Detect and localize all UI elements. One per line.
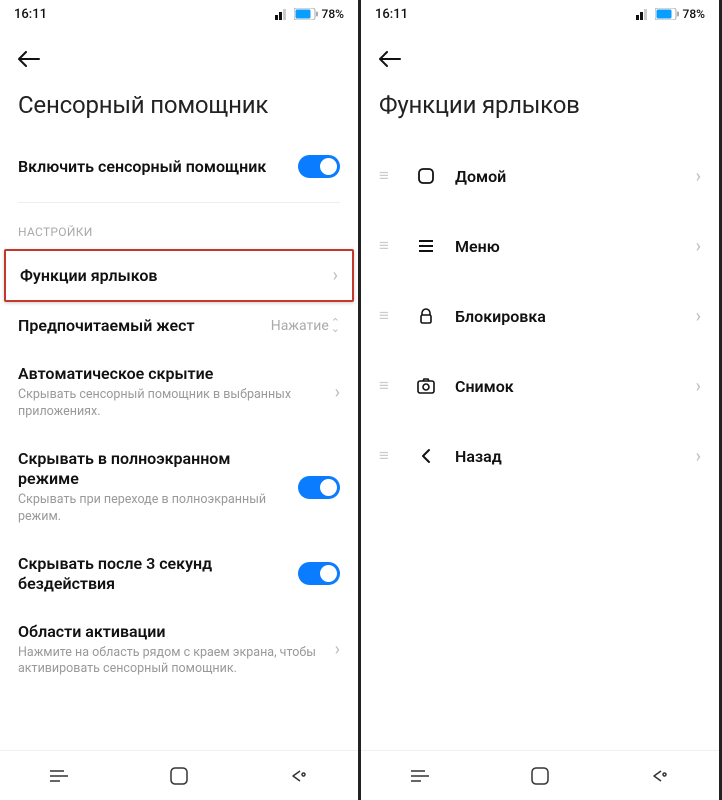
back-icon[interactable] bbox=[379, 48, 401, 73]
drag-handle-icon[interactable]: ≡ bbox=[379, 306, 397, 326]
fullscreen-hide-sub: Скрывать при переходе в полноэкранный ре… bbox=[18, 492, 288, 526]
fullscreen-hide-label: Скрывать в полноэкранном режиме bbox=[18, 449, 288, 489]
shortcut-label: Снимок bbox=[455, 377, 678, 396]
gesture-value: Нажатие bbox=[271, 318, 329, 334]
chevron-right-icon: › bbox=[696, 376, 701, 397]
shortcut-label: Назад bbox=[455, 447, 678, 466]
drag-handle-icon[interactable]: ≡ bbox=[379, 376, 397, 396]
battery-percent: 78% bbox=[683, 7, 705, 21]
page-title: Сенсорный помощник bbox=[0, 91, 358, 141]
shortcut-menu-row[interactable]: ≡ Меню › bbox=[379, 211, 701, 281]
shortcut-label: Блокировка bbox=[455, 307, 678, 326]
status-bar: 16:11 78% bbox=[0, 0, 358, 28]
divider bbox=[18, 202, 340, 203]
shortcut-home-row[interactable]: ≡ Домой › bbox=[379, 141, 701, 211]
back-row bbox=[0, 28, 358, 91]
screen-touch-assistant: 16:11 78% Сенсорный помощник Включить се… bbox=[0, 0, 361, 800]
back-chevron-icon bbox=[415, 445, 437, 467]
status-bar: 16:11 78% bbox=[361, 0, 719, 28]
signal-icon bbox=[636, 9, 651, 20]
enable-toggle[interactable] bbox=[298, 155, 340, 178]
nav-bar bbox=[361, 750, 719, 800]
fullscreen-hide-toggle[interactable] bbox=[298, 476, 340, 499]
drag-handle-icon[interactable]: ≡ bbox=[379, 166, 397, 186]
nav-recents-icon[interactable] bbox=[46, 762, 74, 790]
battery-icon bbox=[294, 8, 318, 20]
shortcut-back-row[interactable]: ≡ Назад › bbox=[379, 421, 701, 491]
nav-bar bbox=[0, 750, 358, 800]
shortcut-functions-label: Функции ярлыков bbox=[20, 266, 323, 286]
enable-touch-assistant-row[interactable]: Включить сенсорный помощник bbox=[18, 141, 340, 192]
signal-icon bbox=[275, 9, 290, 20]
fullscreen-hide-row[interactable]: Скрывать в полноэкранном режиме Скрывать… bbox=[18, 435, 340, 540]
status-time: 16:11 bbox=[375, 7, 408, 22]
nav-back-icon[interactable] bbox=[284, 762, 312, 790]
shortcut-label: Домой bbox=[455, 167, 678, 186]
idle-hide-toggle[interactable] bbox=[298, 562, 340, 585]
home-icon bbox=[415, 165, 437, 187]
chevron-right-icon: › bbox=[333, 265, 338, 286]
screen-shortcut-functions: 16:11 78% Функции ярлыков ≡ Домой › ≡ bbox=[361, 0, 722, 800]
status-time: 16:11 bbox=[14, 7, 47, 22]
nav-back-icon[interactable] bbox=[645, 762, 673, 790]
battery-icon bbox=[655, 8, 679, 20]
nav-home-icon[interactable] bbox=[165, 762, 193, 790]
preferred-gesture-row[interactable]: Предпочитаемый жест Нажатие ⌃⌄ bbox=[18, 302, 340, 350]
status-right: 78% bbox=[275, 7, 344, 21]
idle-hide-label: Скрывать после 3 секунд бездействия bbox=[18, 554, 288, 594]
shortcuts-content: ≡ Домой › ≡ Меню › ≡ Блокировка › ≡ bbox=[361, 141, 719, 750]
idle-hide-row[interactable]: Скрывать после 3 секунд бездействия bbox=[18, 540, 340, 608]
drag-handle-icon[interactable]: ≡ bbox=[379, 236, 397, 256]
back-row bbox=[361, 28, 719, 91]
auto-hide-row[interactable]: Автоматическое скрытие Скрывать сенсорны… bbox=[18, 350, 340, 435]
chevron-right-icon: › bbox=[696, 306, 701, 327]
shortcut-screenshot-row[interactable]: ≡ Снимок › bbox=[379, 351, 701, 421]
gesture-label: Предпочитаемый жест bbox=[18, 316, 261, 336]
enable-label: Включить сенсорный помощник bbox=[18, 157, 288, 177]
shortcut-label: Меню bbox=[455, 237, 678, 256]
back-icon[interactable] bbox=[18, 48, 40, 73]
updown-icon: ⌃⌄ bbox=[331, 320, 340, 332]
drag-handle-icon[interactable]: ≡ bbox=[379, 446, 397, 466]
shortcut-lock-row[interactable]: ≡ Блокировка › bbox=[379, 281, 701, 351]
page-title: Функции ярлыков bbox=[361, 91, 719, 141]
shortcut-functions-row[interactable]: Функции ярлыков › bbox=[4, 249, 354, 302]
lock-icon bbox=[415, 305, 437, 327]
settings-content: Включить сенсорный помощник НАСТРОЙКИ Фу… bbox=[0, 141, 358, 750]
menu-icon bbox=[415, 235, 437, 257]
chevron-right-icon: › bbox=[335, 639, 340, 660]
chevron-right-icon: › bbox=[696, 236, 701, 257]
nav-home-icon[interactable] bbox=[526, 762, 554, 790]
section-label: НАСТРОЙКИ bbox=[18, 219, 340, 249]
gesture-value-group: Нажатие ⌃⌄ bbox=[271, 318, 340, 334]
status-right: 78% bbox=[636, 7, 705, 21]
activation-areas-row[interactable]: Области активации Нажмите на область ряд… bbox=[18, 608, 340, 693]
nav-recents-icon[interactable] bbox=[407, 762, 435, 790]
chevron-right-icon: › bbox=[696, 446, 701, 467]
chevron-right-icon: › bbox=[696, 166, 701, 187]
battery-percent: 78% bbox=[322, 7, 344, 21]
auto-hide-sub: Скрывать сенсорный помощник в выбранных … bbox=[18, 387, 325, 421]
auto-hide-label: Автоматическое скрытие bbox=[18, 364, 325, 384]
screenshot-icon bbox=[415, 375, 437, 397]
activation-sub: Нажмите на область рядом с краем экрана,… bbox=[18, 645, 325, 679]
activation-label: Области активации bbox=[18, 622, 325, 642]
chevron-right-icon: › bbox=[335, 382, 340, 403]
